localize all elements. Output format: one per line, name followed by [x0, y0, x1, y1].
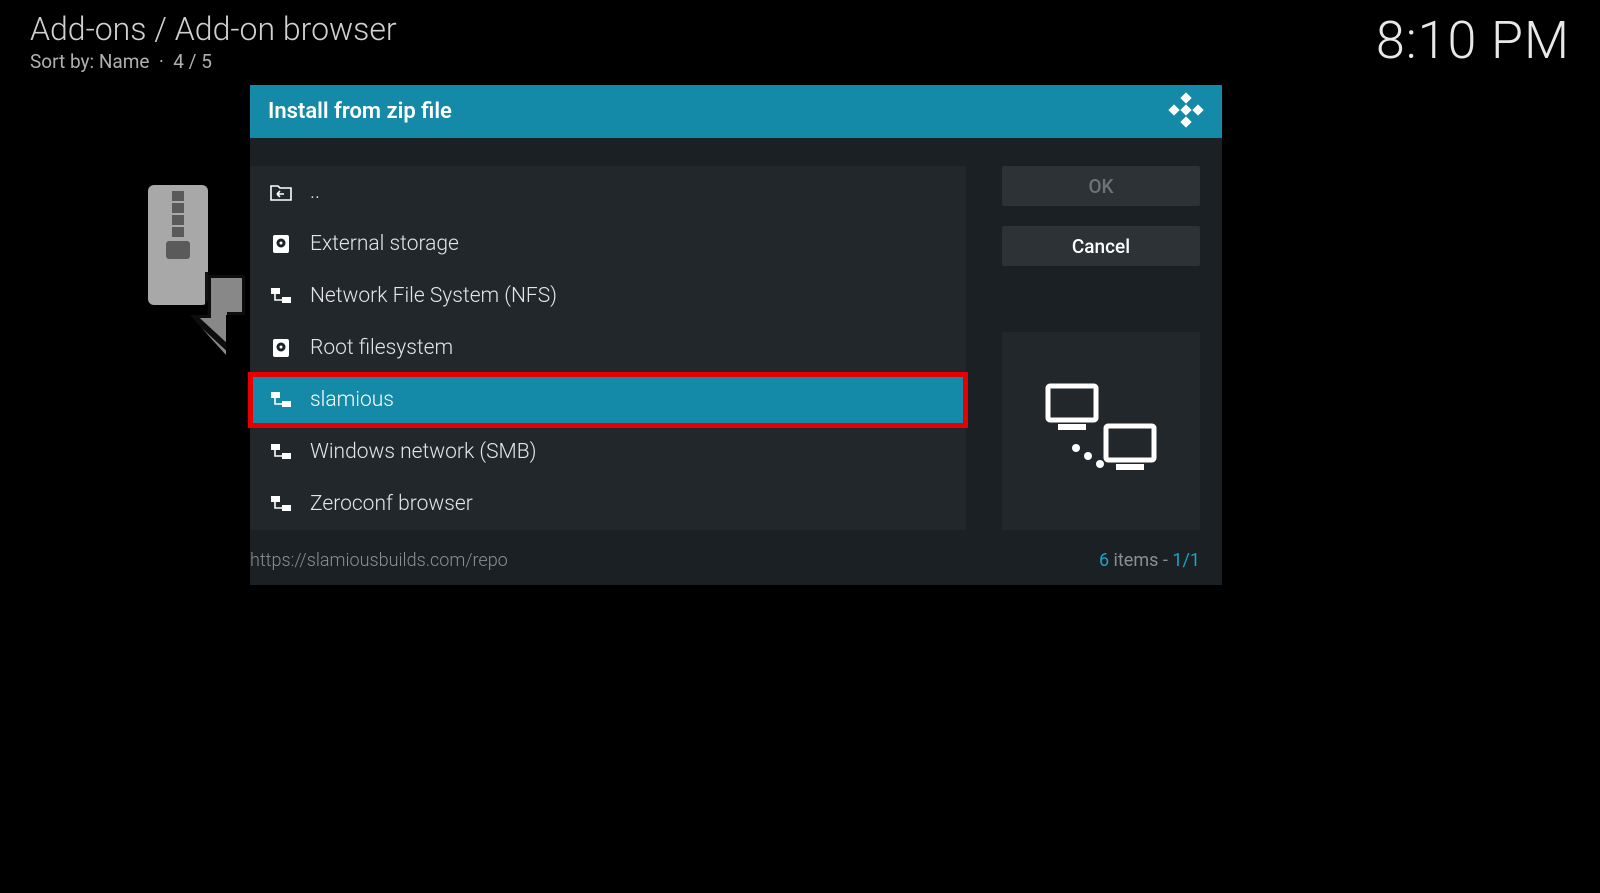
file-item-label: Network File System (NFS) [310, 284, 557, 308]
network-icon [270, 441, 292, 463]
header-left: Add-ons / Add-on browser Sort by: Name ·… [30, 10, 397, 73]
dialog-title-bar: Install from zip file [250, 85, 1222, 138]
network-icon [270, 389, 292, 411]
dialog-body: .. External storage Network File System (N… [250, 138, 1222, 546]
dialog-title: Install from zip file [268, 99, 452, 124]
file-item[interactable]: Windows network (SMB) [250, 426, 966, 478]
file-item[interactable]: .. [250, 166, 966, 218]
file-item-label: Windows network (SMB) [310, 440, 536, 464]
file-item[interactable]: External storage [250, 218, 966, 270]
footer-path: https://slamiousbuilds.com/repo [250, 550, 508, 571]
zip-download-icon [130, 185, 245, 355]
footer-count-num: 6 [1099, 550, 1109, 571]
disk-icon [270, 233, 292, 255]
header: Add-ons / Add-on browser Sort by: Name ·… [30, 10, 1570, 73]
file-item-label: slamious [310, 388, 394, 412]
file-list[interactable]: .. External storage Network File System (N… [250, 166, 966, 530]
preview-panel [1002, 332, 1200, 530]
file-item[interactable]: Root filesystem [250, 322, 966, 374]
clock: 8:10 PM [1376, 10, 1570, 71]
network-icon [270, 493, 292, 515]
footer-items-word: items [1114, 550, 1159, 571]
subheader: Sort by: Name · 4 / 5 [30, 50, 397, 73]
kodi-logo-icon [1168, 92, 1204, 132]
file-item-label: Zeroconf browser [310, 492, 473, 516]
right-panel: OK Cancel [1002, 166, 1200, 530]
ok-button[interactable]: OK [1002, 166, 1200, 206]
sort-label: Sort by: Name [30, 50, 149, 73]
file-item-label: External storage [310, 232, 459, 256]
install-zip-dialog: Install from zip file .. External storage… [250, 85, 1222, 585]
breadcrumb: Add-ons / Add-on browser [30, 10, 397, 48]
footer-page: 1/1 [1172, 550, 1200, 571]
network-preview-icon [1036, 376, 1166, 486]
position-label: 4 / 5 [173, 50, 212, 73]
folder-back-icon [270, 181, 292, 203]
disk-icon [270, 337, 292, 359]
file-item[interactable]: slamious [250, 374, 966, 426]
dialog-footer: https://slamiousbuilds.com/repo 6 items … [250, 546, 1222, 585]
file-item-label: Root filesystem [310, 336, 453, 360]
cancel-button[interactable]: Cancel [1002, 226, 1200, 266]
network-icon [270, 285, 292, 307]
file-item-label: .. [310, 180, 320, 204]
footer-count: 6 items - 1/1 [1099, 550, 1200, 571]
file-item[interactable]: Network File System (NFS) [250, 270, 966, 322]
file-item[interactable]: Zeroconf browser [250, 478, 966, 530]
